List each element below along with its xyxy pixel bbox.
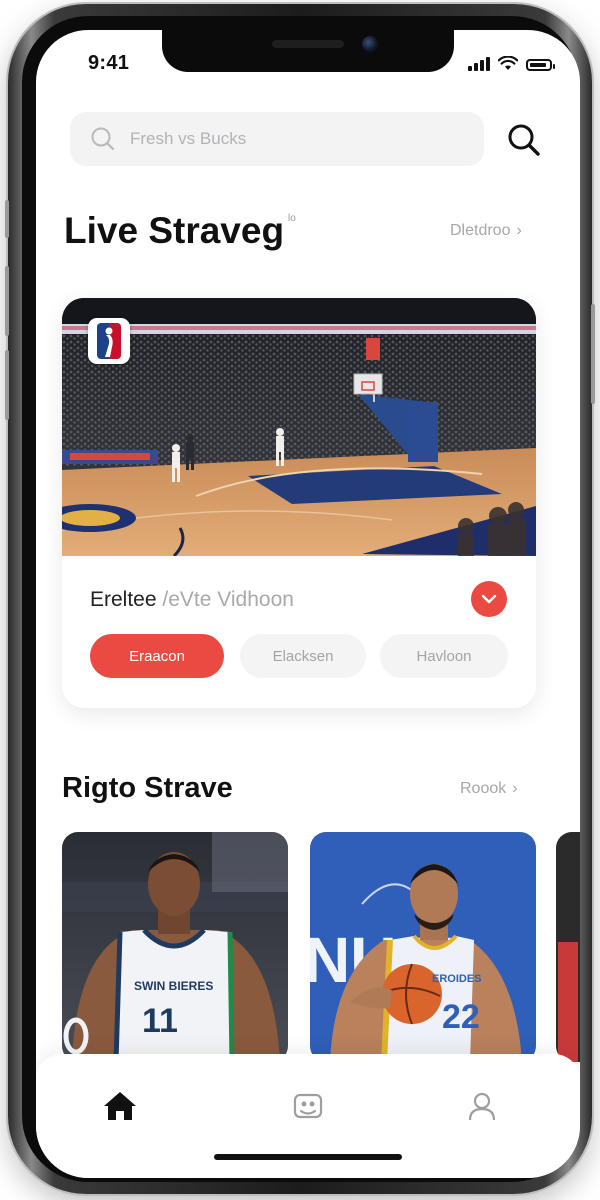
search-input[interactable] [128, 128, 432, 150]
volume-down-button [5, 350, 9, 420]
profile-icon [468, 1092, 496, 1121]
front-camera [362, 36, 378, 52]
photo-icon [293, 1093, 323, 1119]
power-button [591, 304, 595, 404]
jersey-1-text: SWIN BIERES [134, 979, 213, 993]
chevron-right-icon: › [512, 780, 518, 797]
live-stream-card[interactable]: Ereltee /eVte Vidhoon Eraacon Elacksen H… [62, 298, 536, 708]
search-bar[interactable] [70, 112, 484, 166]
wifi-icon [498, 56, 518, 70]
tab-profile[interactable] [460, 1084, 504, 1128]
notch [162, 30, 454, 72]
rising-see-all-label: Roook [460, 780, 507, 797]
filter-pill-1[interactable]: Eraacon [90, 634, 224, 678]
tab-media[interactable] [286, 1084, 330, 1128]
speaker-grille [272, 40, 344, 48]
live-see-all-label: Dletdroo [450, 222, 511, 239]
home-indicator[interactable] [214, 1154, 402, 1160]
mute-switch [5, 200, 9, 238]
player-tile-2[interactable]: NUJD. EROIDES 22 [310, 832, 536, 1062]
search-icon [91, 127, 115, 151]
live-video-thumbnail[interactable] [62, 298, 536, 556]
live-section-title: Live Straveg [64, 210, 285, 251]
status-icons [468, 56, 555, 71]
rising-section-title: Rigto Strave [62, 772, 233, 804]
player-tile-1[interactable]: SWIN BIERES 11 [62, 832, 288, 1062]
battery-icon [526, 59, 555, 71]
rising-see-all-link[interactable]: Roook › [460, 780, 518, 798]
live-card-title-sub: /eVte Vidhoon [162, 588, 294, 611]
nba-logo [88, 318, 130, 364]
filter-pill-2[interactable]: Elacksen [240, 634, 366, 678]
tab-home[interactable] [98, 1084, 142, 1128]
jersey-1-number: 11 [142, 1002, 178, 1040]
live-card-title-main: Ereltee [90, 588, 157, 611]
player-2-image: NUJD. EROIDES 22 [310, 832, 536, 1062]
filter-pill-3[interactable]: Havloon [380, 634, 508, 678]
player-tile-3-peek[interactable] [556, 832, 580, 1062]
jersey-2-number: 22 [442, 998, 480, 1036]
signal-icon [468, 57, 490, 71]
player-3-jersey [558, 942, 578, 1062]
live-see-all-link[interactable]: Dletdroo › [450, 222, 522, 240]
status-time: 9:41 [88, 52, 130, 74]
chevron-down-icon [481, 594, 497, 604]
jersey-2-text: EROIDES [432, 973, 482, 985]
live-card-title: Ereltee /eVte Vidhoon [90, 588, 294, 612]
player-1-image: SWIN BIERES 11 [62, 832, 288, 1062]
live-title-superscript: lo [288, 213, 296, 224]
chevron-right-icon: › [516, 222, 522, 239]
app-screen: 9:41 Live Straveg lo Dletdroo › [36, 30, 580, 1178]
volume-up-button [5, 266, 9, 336]
home-icon [104, 1092, 136, 1120]
expand-button[interactable] [471, 581, 507, 617]
search-button-icon[interactable] [506, 122, 542, 158]
